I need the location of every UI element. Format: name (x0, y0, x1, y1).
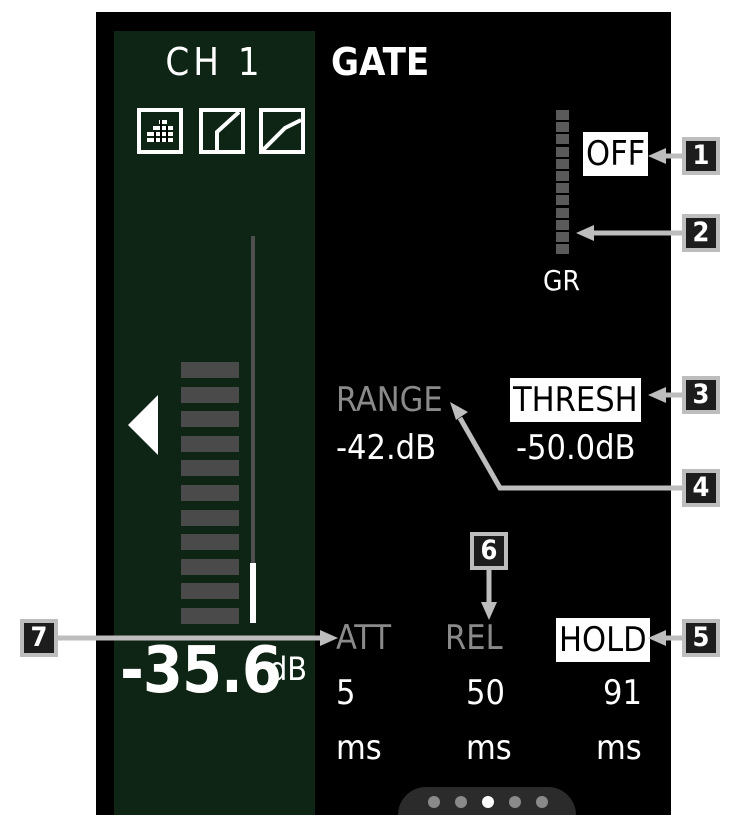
callout-6: 6 (470, 532, 508, 570)
callout-arrows (58, 148, 682, 646)
callout-7: 7 (20, 619, 58, 657)
arrow-4-head (450, 402, 468, 420)
callout-3: 3 (682, 376, 720, 414)
callout-2: 2 (682, 214, 720, 252)
callout-1: 1 (682, 137, 720, 175)
arrow-1-head (648, 148, 666, 164)
arrow-7-head (320, 630, 338, 646)
arrow-3-head (648, 387, 666, 403)
callout-5: 5 (682, 619, 720, 657)
callout-4: 4 (682, 469, 720, 507)
arrow-6-head (481, 602, 497, 620)
arrow-5-head (648, 630, 666, 646)
arrow-2-head (576, 225, 594, 241)
